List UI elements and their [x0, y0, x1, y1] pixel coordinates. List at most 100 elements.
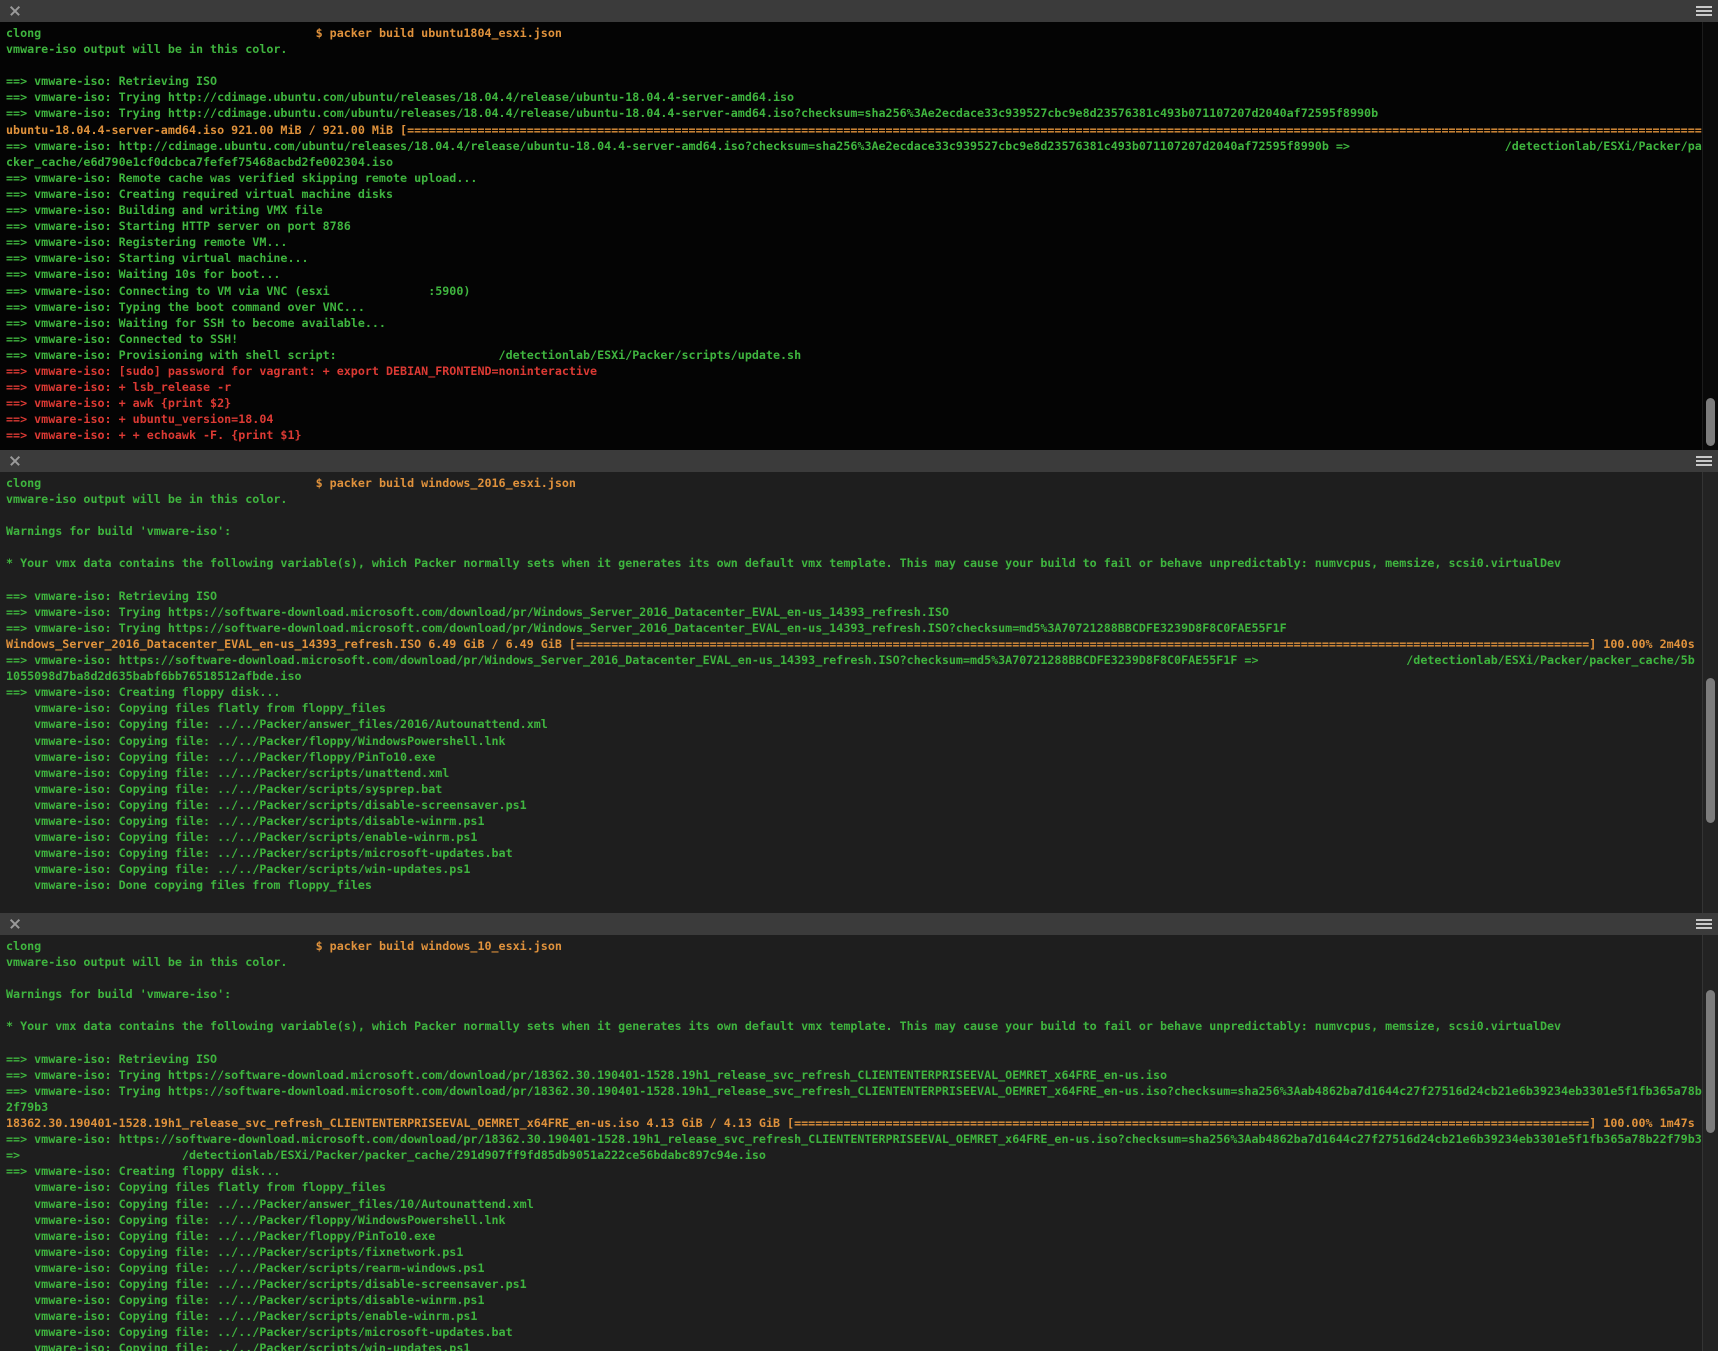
terminal-line [6, 57, 1702, 73]
terminal-text-segment: vmware-iso: Copying file: ../../Packer/a… [6, 1197, 534, 1211]
terminal-line: vmware-iso: Copying file: ../../Packer/f… [6, 1212, 1702, 1228]
terminal-line: ==> vmware-iso: Creating floppy disk... [6, 684, 1702, 700]
terminal-text-segment: vmware-iso output will be in this color. [6, 492, 287, 506]
scrollbar-thumb[interactable] [1706, 990, 1715, 1133]
terminal-text-segment: $ packer build windows_10_esxi.json [316, 939, 562, 953]
terminal-line: ==> vmware-iso: Provisioning with shell … [6, 347, 1702, 363]
terminal-line: ==> vmware-iso: Retrieving ISO [6, 1051, 1702, 1067]
terminal-line: clong $ packer build ubuntu1804_esxi.jso… [6, 25, 1702, 41]
terminal-text-segment: ==> vmware-iso: Connected to SSH! [6, 332, 238, 346]
pane-titlebar [0, 913, 1718, 935]
terminal-text-segment: ==> vmware-iso: Retrieving ISO [6, 589, 217, 603]
terminal-text-segment: * Your vmx data contains the following v… [6, 1019, 1561, 1033]
terminal-line: ==> vmware-iso: Retrieving ISO [6, 73, 1702, 89]
terminal-line: ==> vmware-iso: Building and writing VMX… [6, 202, 1702, 218]
terminal-line: vmware-iso: Copying file: ../../Packer/f… [6, 749, 1702, 765]
terminal-line: vmware-iso: Copying file: ../../Packer/s… [6, 1260, 1702, 1276]
terminal-line: clong $ packer build windows_10_esxi.jso… [6, 938, 1702, 954]
hamburger-menu-icon[interactable] [1696, 456, 1712, 466]
terminal-line: ==> vmware-iso: Waiting 10s for boot... [6, 266, 1702, 282]
terminal-line [6, 1035, 1702, 1051]
terminal-text-segment: vmware-iso: Copying file: ../../Packer/s… [6, 846, 513, 860]
scrollbar[interactable] [1702, 472, 1718, 913]
terminal-line: vmware-iso: Copying file: ../../Packer/s… [6, 1276, 1702, 1292]
scrollbar[interactable] [1702, 935, 1718, 1351]
terminal-line: vmware-iso: Copying file: ../../Packer/s… [6, 829, 1702, 845]
terminal-text-segment: Windows_Server_2016_Datacenter_EVAL_en-u… [6, 637, 1695, 651]
terminal-line: * Your vmx data contains the following v… [6, 1018, 1702, 1034]
terminal-line: vmware-iso: Copying file: ../../Packer/s… [6, 765, 1702, 781]
terminal-line: vmware-iso: Copying file: ../../Packer/s… [6, 1244, 1702, 1260]
terminal-pane-ubuntu1804: clong $ packer build ubuntu1804_esxi.jso… [0, 0, 1718, 450]
terminal-text-segment: vmware-iso: Copying file: ../../Packer/s… [6, 766, 449, 780]
terminal-text-segment: ==> vmware-iso: Creating floppy disk... [6, 1164, 280, 1178]
terminal-line: vmware-iso: Copying file: ../../Packer/s… [6, 1340, 1702, 1351]
terminal-text-segment: ==> vmware-iso: + lsb_release -r [6, 380, 231, 394]
terminal-text-segment: ==> vmware-iso: Trying https://software-… [6, 605, 949, 619]
terminal-text-segment: vmware-iso: Copying files flatly from fl… [6, 1180, 386, 1194]
terminal-line: vmware-iso: Copying file: ../../Packer/f… [6, 1228, 1702, 1244]
terminal-line: vmware-iso: Copying file: ../../Packer/s… [6, 813, 1702, 829]
terminal-text-segment: clong [6, 939, 316, 953]
terminal-line: vmware-iso: Copying file: ../../Packer/s… [6, 845, 1702, 861]
terminal-text-segment: vmware-iso: Copying file: ../../Packer/a… [6, 717, 548, 731]
terminal-text-segment: vmware-iso: Copying file: ../../Packer/s… [6, 782, 442, 796]
terminal-line: vmware-iso: Copying file: ../../Packer/a… [6, 716, 1702, 732]
terminal-text-segment: vmware-iso: Copying file: ../../Packer/f… [6, 750, 435, 764]
terminal-text-segment: vmware-iso output will be in this color. [6, 42, 287, 56]
terminal-text-segment: ==> vmware-iso: Retrieving ISO [6, 74, 217, 88]
terminal-line: ==> vmware-iso: Trying https://software-… [6, 604, 1702, 620]
terminal-text-segment: ==> vmware-iso: Creating floppy disk... [6, 685, 280, 699]
terminal-text-segment: vmware-iso: Copying file: ../../Packer/s… [6, 1309, 477, 1323]
terminal-line: ==> vmware-iso: Trying https://software-… [6, 1067, 1702, 1083]
terminal-line: ==> vmware-iso: https://software-downloa… [6, 652, 1702, 668]
terminal-text-segment: clong [6, 476, 316, 490]
terminal-line: vmware-iso: Copying file: ../../Packer/f… [6, 733, 1702, 749]
close-icon[interactable] [8, 454, 22, 468]
hamburger-menu-icon[interactable] [1696, 6, 1712, 16]
terminal-line: ==> vmware-iso: Trying https://software-… [6, 1083, 1702, 1099]
terminal-text-segment: ==> vmware-iso: + ubuntu_version=18.04 [6, 412, 273, 426]
close-icon[interactable] [8, 917, 22, 931]
terminal-line: vmware-iso: Done copying files from flop… [6, 877, 1702, 893]
terminal-text-segment: ==> vmware-iso: Typing the boot command … [6, 300, 365, 314]
terminal-line: ==> vmware-iso: [sudo] password for vagr… [6, 363, 1702, 379]
terminal-line: vmware-iso output will be in this color. [6, 954, 1702, 970]
terminal-text-segment: vmware-iso: Copying file: ../../Packer/s… [6, 862, 470, 876]
scrollbar-thumb[interactable] [1706, 678, 1715, 823]
terminal-text-segment: ==> vmware-iso: Registering remote VM... [6, 235, 287, 249]
terminal-line: ubuntu-18.04.4-server-amd64.iso 921.00 M… [6, 122, 1702, 138]
terminal-text-segment: ==> vmware-iso: + + echoawk -F. {print $… [6, 428, 302, 442]
terminal-text-segment: vmware-iso output will be in this color. [6, 955, 287, 969]
terminal-line: Windows_Server_2016_Datacenter_EVAL_en-u… [6, 636, 1702, 652]
terminal-output[interactable]: clong $ packer build windows_10_esxi.jso… [0, 935, 1702, 1351]
terminal-text-segment: ==> vmware-iso: Remote cache was verifie… [6, 171, 477, 185]
terminal-text-segment: vmware-iso: Copying file: ../../Packer/s… [6, 1277, 527, 1291]
close-icon[interactable] [8, 4, 22, 18]
terminal-output[interactable]: clong $ packer build ubuntu1804_esxi.jso… [0, 22, 1702, 450]
terminal-text-segment: $ packer build windows_2016_esxi.json [316, 476, 576, 490]
terminal-line: ==> vmware-iso: Trying http://cdimage.ub… [6, 105, 1702, 121]
terminal-line: ==> vmware-iso: Retrieving ISO [6, 588, 1702, 604]
terminal-text-segment: ==> vmware-iso: Trying https://software-… [6, 1068, 1167, 1082]
terminal-line: vmware-iso: Copying files flatly from fl… [6, 1179, 1702, 1195]
terminal-output[interactable]: clong $ packer build windows_2016_esxi.j… [0, 472, 1702, 913]
hamburger-menu-icon[interactable] [1696, 919, 1712, 929]
terminal-text-segment: ==> vmware-iso: https://software-downloa… [6, 1132, 1702, 1146]
terminal-line [6, 1002, 1702, 1018]
terminal-text-segment: ==> vmware-iso: + awk {print $2} [6, 396, 231, 410]
terminal-text-segment: ubuntu-18.04.4-server-amd64.iso 921.00 M… [6, 123, 1702, 137]
terminal-line: ==> vmware-iso: Starting HTTP server on … [6, 218, 1702, 234]
terminal-text-segment: ==> vmware-iso: [sudo] password for vagr… [6, 364, 597, 378]
terminal-pane-windows2016: clong $ packer build windows_2016_esxi.j… [0, 450, 1718, 913]
terminal-text-segment: cker_cache/e6d790e1cf0dcbca7fefef75468ac… [6, 155, 393, 169]
terminal-line [6, 970, 1702, 986]
terminal-line: vmware-iso: Copying file: ../../Packer/s… [6, 797, 1702, 813]
scrollbar-thumb[interactable] [1706, 398, 1715, 446]
terminal-line [6, 539, 1702, 555]
terminal-line: 18362.30.190401-1528.19h1_release_svc_re… [6, 1115, 1702, 1131]
terminal-line: Warnings for build 'vmware-iso': [6, 523, 1702, 539]
scrollbar[interactable] [1702, 22, 1718, 450]
terminal-line: * Your vmx data contains the following v… [6, 555, 1702, 571]
terminal-line: ==> vmware-iso: http://cdimage.ubuntu.co… [6, 138, 1702, 154]
